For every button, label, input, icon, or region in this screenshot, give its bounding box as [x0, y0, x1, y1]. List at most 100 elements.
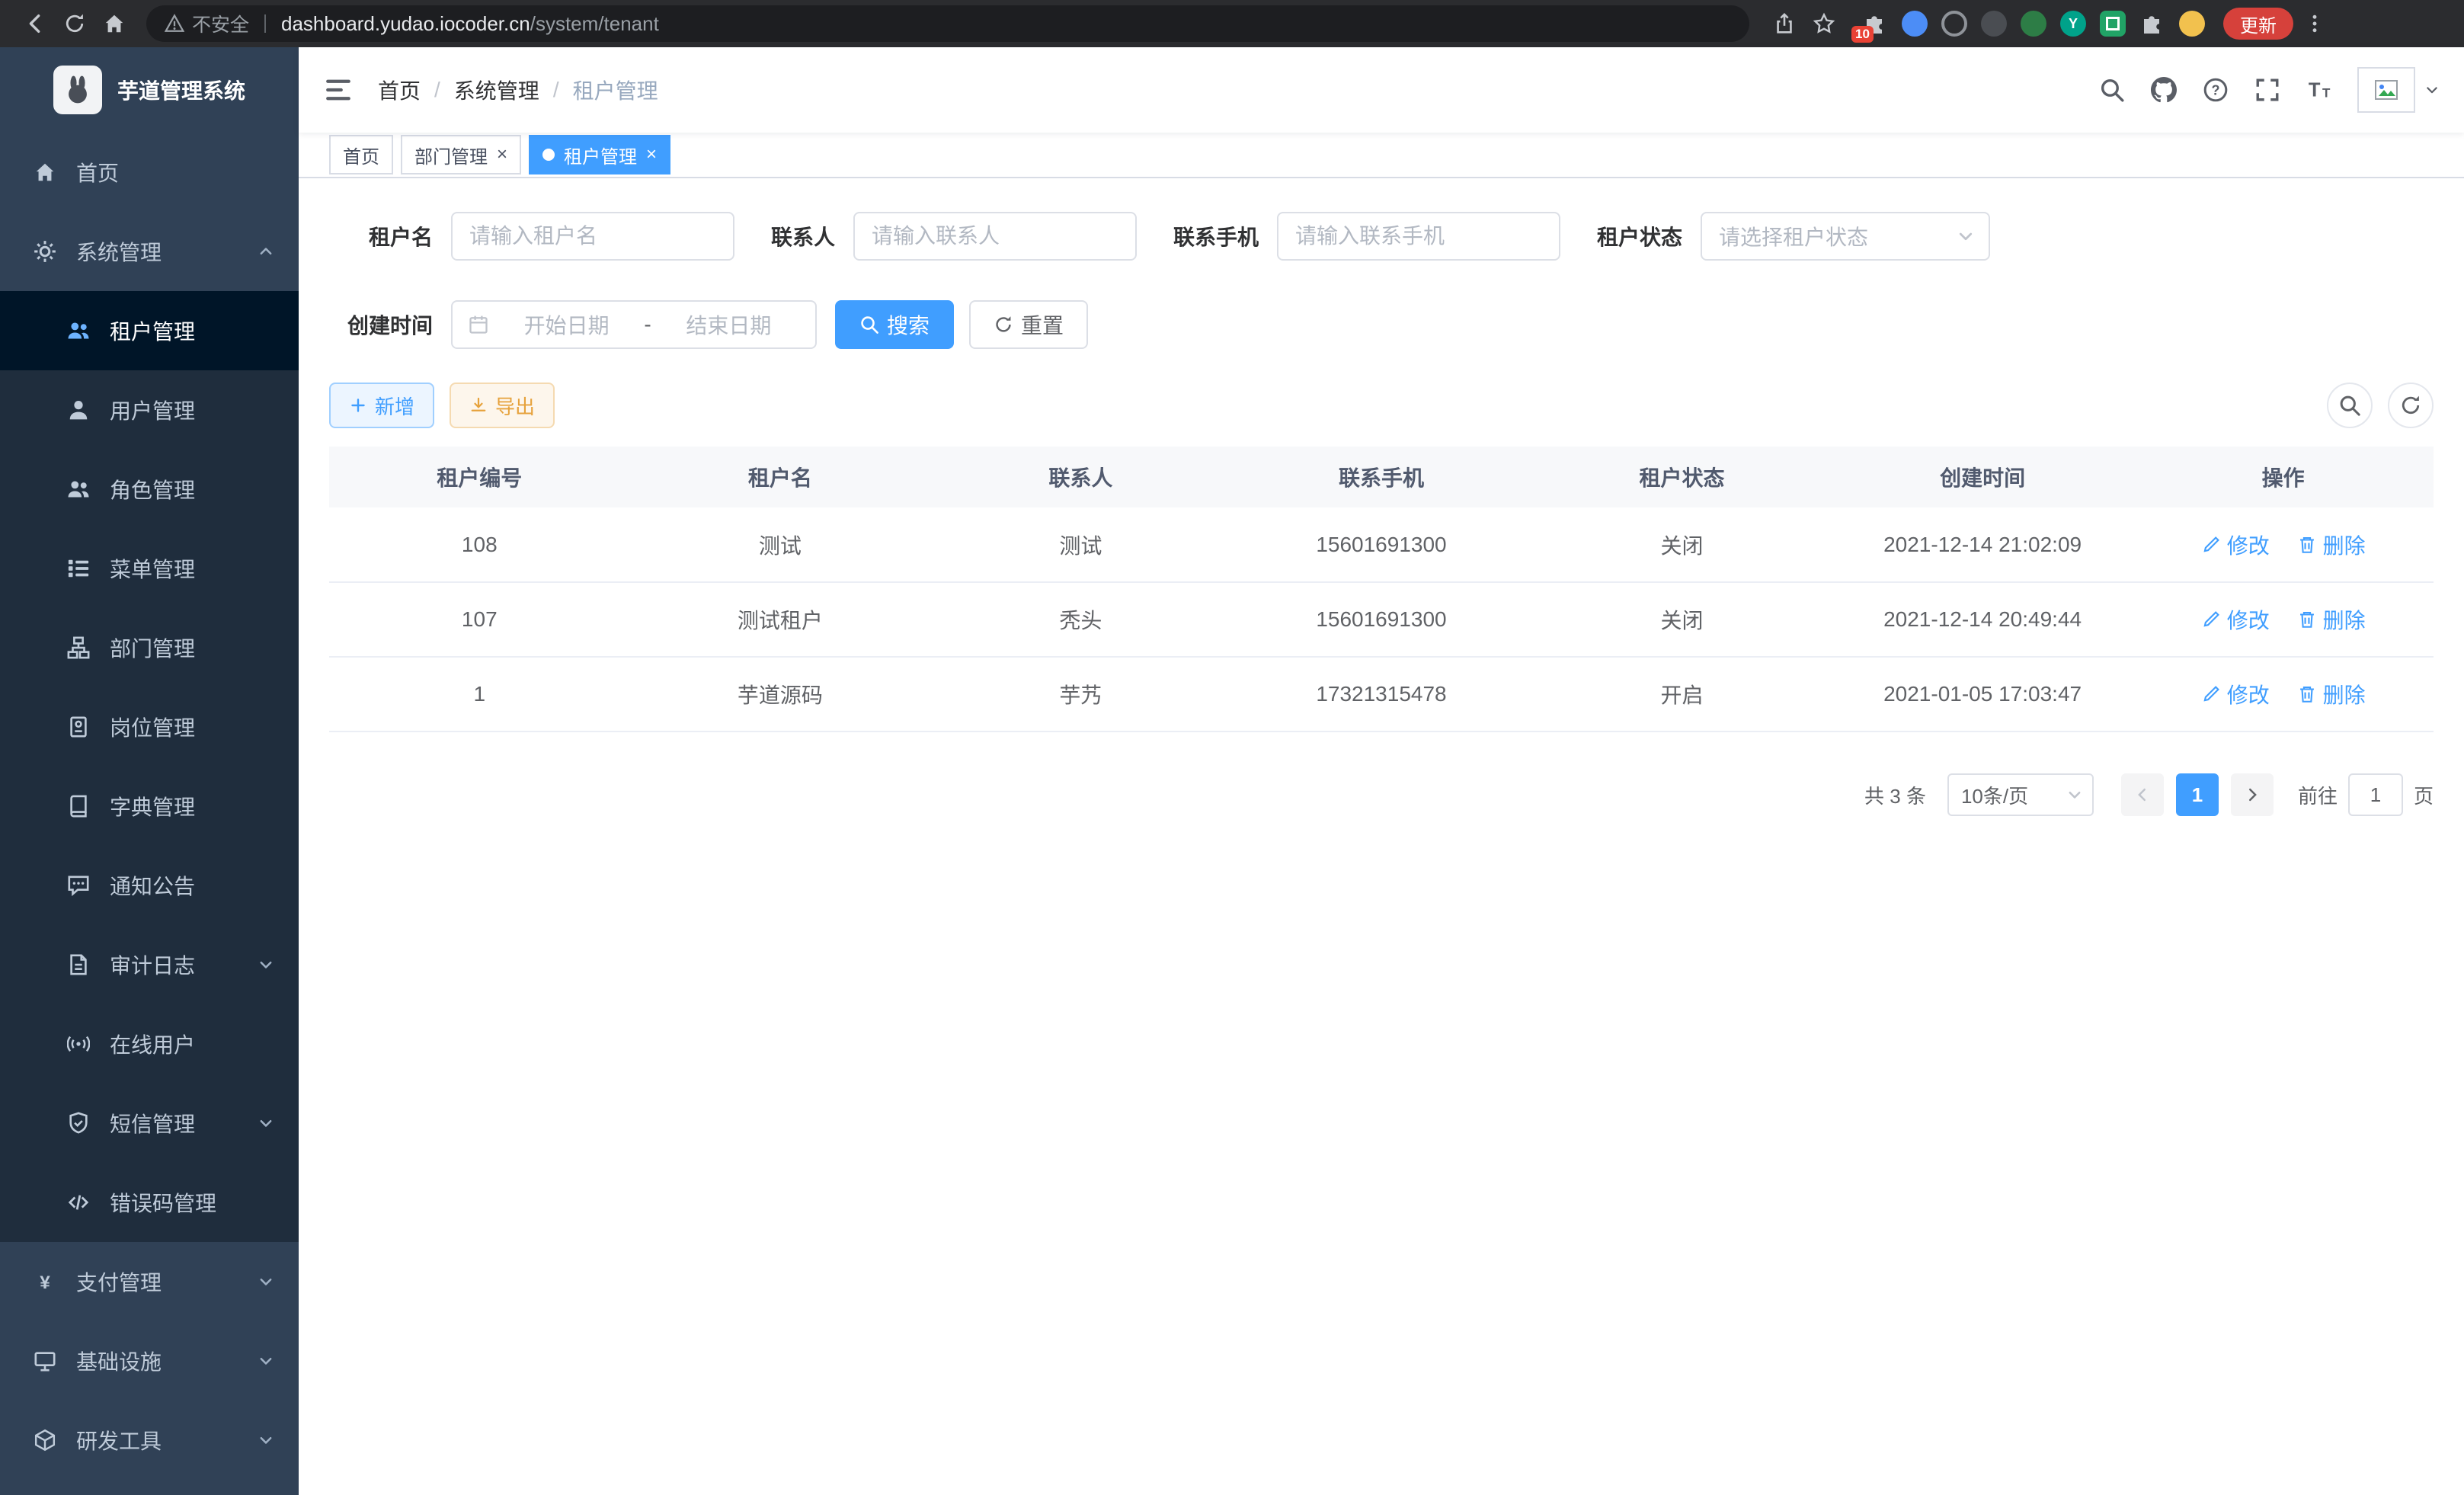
sidebar-item-online-user[interactable]: 在线用户 [0, 1004, 299, 1084]
broken-image-icon [2374, 78, 2398, 102]
close-icon[interactable]: × [497, 146, 507, 164]
extension-icon[interactable] [2100, 11, 2126, 37]
badge-icon [67, 715, 90, 738]
chevron-down-icon [258, 956, 274, 973]
date-range-picker[interactable]: 开始日期 - 结束日期 [451, 300, 817, 349]
sidebar-item-sms[interactable]: 短信管理 [0, 1084, 299, 1163]
delete-link[interactable]: 删除 [2297, 679, 2366, 709]
breadcrumb-system[interactable]: 系统管理 [454, 75, 539, 105]
sidebar-item-audit-log[interactable]: 审计日志 [0, 925, 299, 1004]
bookmark-star-button[interactable] [1804, 4, 1844, 43]
yen-icon [34, 1270, 56, 1293]
show-search-button[interactable] [2327, 383, 2373, 428]
breadcrumb: 首页 / 系统管理 / 租户管理 [378, 75, 658, 105]
search-button[interactable]: 搜索 [835, 300, 954, 349]
browser-update-button[interactable]: 更新 [2223, 8, 2293, 40]
sidebar-item-post[interactable]: 岗位管理 [0, 687, 299, 767]
tab-home[interactable]: 首页 [329, 135, 393, 174]
sidebar-item-notice[interactable]: 通知公告 [0, 846, 299, 925]
navbar-actions [2086, 47, 2440, 133]
tenant-name-input[interactable] [451, 212, 734, 261]
tags-view-bar: 首页 部门管理 × 租户管理 × [299, 133, 2464, 178]
close-icon[interactable]: × [646, 146, 657, 164]
sidebar-item-dict[interactable]: 字典管理 [0, 767, 299, 846]
help-button[interactable] [2190, 47, 2242, 133]
header-search-button[interactable] [2086, 47, 2138, 133]
document-icon [67, 953, 90, 976]
goto-page: 前往 页 [2298, 773, 2434, 816]
next-page-button[interactable] [2231, 773, 2274, 816]
font-size-button[interactable] [2293, 47, 2345, 133]
sidebar-item-error-code[interactable]: 错误码管理 [0, 1163, 299, 1242]
delete-link[interactable]: 删除 [2297, 604, 2366, 635]
reset-button[interactable]: 重置 [969, 300, 1088, 349]
page-size-select[interactable]: 10条/页 [1947, 773, 2094, 816]
sidebar-item-devtools[interactable]: 研发工具 [0, 1401, 299, 1480]
edit-link[interactable]: 修改 [2201, 604, 2270, 635]
sidebar-item-home[interactable]: 首页 [0, 133, 299, 212]
extension-icon[interactable] [1941, 11, 1967, 37]
hamburger-icon[interactable] [323, 75, 354, 105]
breadcrumb-current: 租户管理 [573, 75, 658, 105]
prev-page-button[interactable] [2121, 773, 2164, 816]
top-navbar: 首页 / 系统管理 / 租户管理 [299, 47, 2464, 133]
browser-back-button[interactable] [15, 4, 55, 43]
message-icon [67, 874, 90, 897]
tab-tenant[interactable]: 租户管理 × [529, 135, 670, 174]
browser-reload-button[interactable] [55, 4, 94, 43]
user-menu[interactable] [2357, 67, 2440, 113]
extension-icon[interactable]: 10 [1862, 11, 1888, 37]
sidebar-item-role[interactable]: 角色管理 [0, 450, 299, 529]
sidebar-item-payment[interactable]: 支付管理 [0, 1242, 299, 1321]
extensions-menu-icon[interactable] [2139, 11, 2165, 37]
extension-icon[interactable] [2021, 11, 2046, 37]
profile-avatar-icon[interactable] [2179, 11, 2205, 37]
user-icon [67, 399, 90, 421]
address-bar[interactable]: 不安全 dashboard.yudao.iocoder.cn /system/t… [146, 5, 1749, 42]
sidebar-item-user[interactable]: 用户管理 [0, 370, 299, 450]
tenant-table: 租户编号 租户名 联系人 联系手机 租户状态 创建时间 操作 108 测试 测试 [329, 447, 2434, 732]
system-submenu: 租户管理 用户管理 角色管理 菜单管理 部门管理 [0, 291, 299, 1242]
download-icon [469, 396, 488, 415]
extension-icon[interactable] [1981, 11, 2007, 37]
edit-icon [2201, 610, 2221, 629]
sidebar-item-dept[interactable]: 部门管理 [0, 608, 299, 687]
page-number-1[interactable]: 1 [2176, 773, 2219, 816]
app-title: 芋道管理系统 [117, 75, 245, 105]
delete-link[interactable]: 删除 [2297, 530, 2366, 560]
add-button[interactable]: 新增 [329, 383, 434, 428]
chevron-up-icon [258, 243, 274, 260]
total-count: 共 3 条 [1864, 781, 1926, 809]
sidebar-item-menu[interactable]: 菜单管理 [0, 529, 299, 608]
github-button[interactable] [2138, 47, 2190, 133]
edit-link[interactable]: 修改 [2201, 679, 2270, 709]
sidebar-item-infra[interactable]: 基础设施 [0, 1321, 299, 1401]
breadcrumb-home[interactable]: 首页 [378, 75, 421, 105]
pagination: 共 3 条 10条/页 1 前往 页 [329, 773, 2434, 816]
create-time-label: 创建时间 [329, 309, 433, 340]
sidebar-item-system[interactable]: 系统管理 [0, 212, 299, 291]
shield-icon [67, 1112, 90, 1135]
tab-dept[interactable]: 部门管理 × [401, 135, 521, 174]
extension-icon[interactable] [1902, 11, 1928, 37]
sidebar-item-tenant[interactable]: 租户管理 [0, 291, 299, 370]
extension-icon[interactable]: Y [2060, 11, 2086, 37]
refresh-table-button[interactable] [2388, 383, 2434, 428]
warning-icon [165, 14, 184, 34]
status-select[interactable]: 请选择租户状态 [1701, 212, 1990, 261]
goto-page-input[interactable] [2348, 773, 2403, 816]
browser-menu-button[interactable] [2299, 4, 2330, 43]
fullscreen-button[interactable] [2242, 47, 2293, 133]
chevron-down-icon [258, 1432, 274, 1449]
question-icon [2203, 77, 2229, 103]
share-button[interactable] [1765, 4, 1804, 43]
edit-icon [2201, 535, 2221, 555]
contact-input[interactable] [853, 212, 1137, 261]
app-logo[interactable]: 芋道管理系统 [0, 47, 299, 133]
phone-label: 联系手机 [1173, 221, 1259, 251]
code-icon [67, 1191, 90, 1214]
phone-input[interactable] [1277, 212, 1560, 261]
edit-link[interactable]: 修改 [2201, 530, 2270, 560]
export-button[interactable]: 导出 [450, 383, 555, 428]
browser-home-button[interactable] [94, 4, 134, 43]
